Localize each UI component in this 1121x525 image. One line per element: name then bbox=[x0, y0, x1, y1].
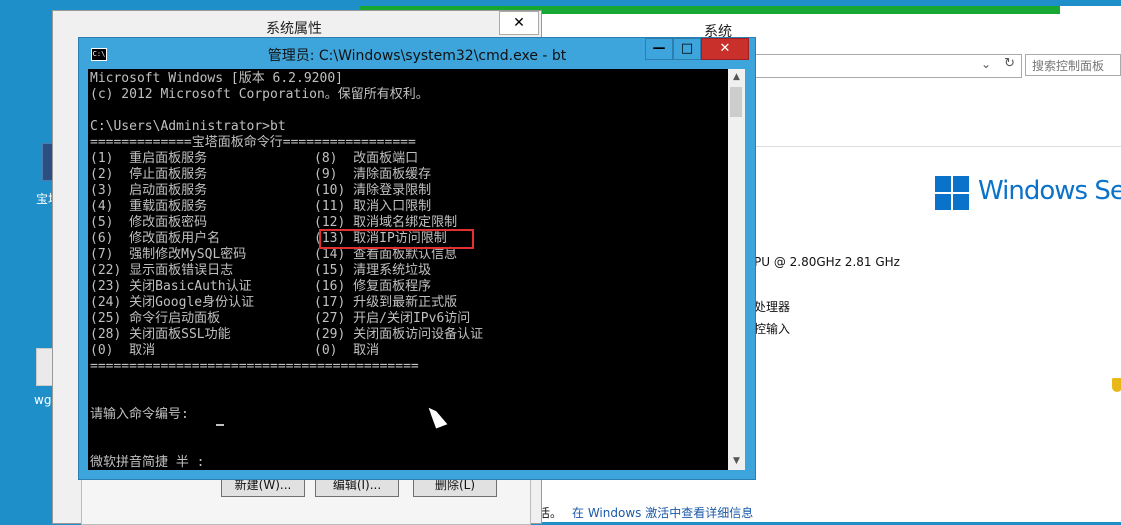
shield-icon bbox=[1112, 378, 1121, 392]
chevron-down-icon[interactable]: ⌄ bbox=[981, 57, 991, 71]
console-output[interactable]: Microsoft Windows [版本 6.2.9200] (c) 2012… bbox=[88, 69, 728, 470]
close-button[interactable]: ✕ bbox=[499, 11, 539, 35]
menu-item: (29) 关闭面板访问设备认证 bbox=[314, 327, 484, 342]
menu-item: (10) 清除登录限制 bbox=[314, 183, 432, 198]
menu-item: (27) 开启/关闭IPv6访问 bbox=[314, 311, 471, 326]
processor-type: 处理器 bbox=[754, 300, 791, 314]
dialog-title: 系统属性 bbox=[266, 21, 322, 37]
menu-item: (24) 关闭Google身份认证 bbox=[90, 295, 255, 310]
minimize-button[interactable]: — bbox=[645, 38, 673, 60]
divider bbox=[750, 146, 1121, 147]
menu-item: (9) 清除面板缓存 bbox=[314, 167, 432, 182]
scroll-thumb[interactable] bbox=[730, 87, 742, 117]
refresh-icon[interactable]: ↻ bbox=[1004, 56, 1015, 71]
input-prompt: 请输入命令编号: bbox=[90, 407, 189, 422]
menu-item: (16) 修复面板程序 bbox=[314, 279, 432, 294]
vertical-scrollbar[interactable]: ▲ ▼ bbox=[728, 69, 745, 470]
highlight-box bbox=[319, 229, 474, 249]
menu-item: (4) 重载面板服务 bbox=[90, 199, 208, 214]
menu-item: (0) 取消 bbox=[314, 343, 380, 358]
pen-touch-info: 控输入 bbox=[754, 322, 791, 336]
menu-title: =============宝塔面板命令行================= bbox=[90, 135, 416, 150]
menu-item: (0) 取消 bbox=[90, 343, 156, 358]
cpu-info: PU @ 2.80GHz 2.81 GHz bbox=[754, 255, 900, 269]
maximize-button[interactable]: □ bbox=[673, 38, 701, 60]
menu-item: (1) 重启面板服务 bbox=[90, 151, 208, 166]
menu-item: (15) 清理系统垃圾 bbox=[314, 263, 432, 278]
menu-item: (28) 关闭面板SSL功能 bbox=[90, 327, 231, 342]
windows-edition-brand: Windows Ser bbox=[978, 176, 1121, 206]
console-line: (c) 2012 Microsoft Corporation。保留所有权利。 bbox=[90, 87, 429, 102]
menu-item: (7) 强制修改MySQL密码 bbox=[90, 247, 247, 262]
menu-item: (22) 显示面板错误日志 bbox=[90, 263, 234, 278]
menu-item: (6) 修改面板用户名 bbox=[90, 231, 221, 246]
console-line: Microsoft Windows [版本 6.2.9200] bbox=[90, 71, 343, 86]
menu-item: (2) 停止面板服务 bbox=[90, 167, 208, 182]
search-input[interactable]: 搜索控制面板 bbox=[1025, 54, 1121, 76]
cmd-window: C:\ 管理员: C:\Windows\system32\cmd.exe - b… bbox=[78, 37, 756, 480]
menu-item: (11) 取消入口限制 bbox=[314, 199, 432, 214]
windows-logo-icon bbox=[935, 176, 969, 210]
ime-status: 微软拼音简捷 半 : bbox=[90, 455, 205, 470]
address-bar[interactable]: ⌄ ↻ bbox=[750, 54, 1022, 78]
menu-item: (23) 关闭BasicAuth认证 bbox=[90, 279, 252, 294]
menu-item: (17) 升级到最新正式版 bbox=[314, 295, 458, 310]
menu-footer: ========================================… bbox=[90, 359, 419, 374]
desktop-icon-label: wg bbox=[34, 393, 52, 407]
menu-item: (25) 命令行启动面板 bbox=[90, 311, 221, 326]
menu-item: (5) 修改面板密码 bbox=[90, 215, 208, 230]
console-line: C:\Users\Administrator>bt bbox=[90, 119, 286, 134]
scroll-down-icon[interactable]: ▼ bbox=[728, 453, 745, 470]
close-button[interactable]: ✕ bbox=[701, 38, 749, 60]
menu-item: (14) 查看面板默认信息 bbox=[314, 247, 458, 262]
menu-item: (3) 启动面板服务 bbox=[90, 183, 208, 198]
menu-item: (8) 改面板端口 bbox=[314, 151, 419, 166]
text-cursor bbox=[216, 424, 224, 426]
activation-link[interactable]: 在 Windows 激活中查看详细信息 bbox=[572, 504, 753, 521]
scroll-up-icon[interactable]: ▲ bbox=[728, 69, 745, 86]
